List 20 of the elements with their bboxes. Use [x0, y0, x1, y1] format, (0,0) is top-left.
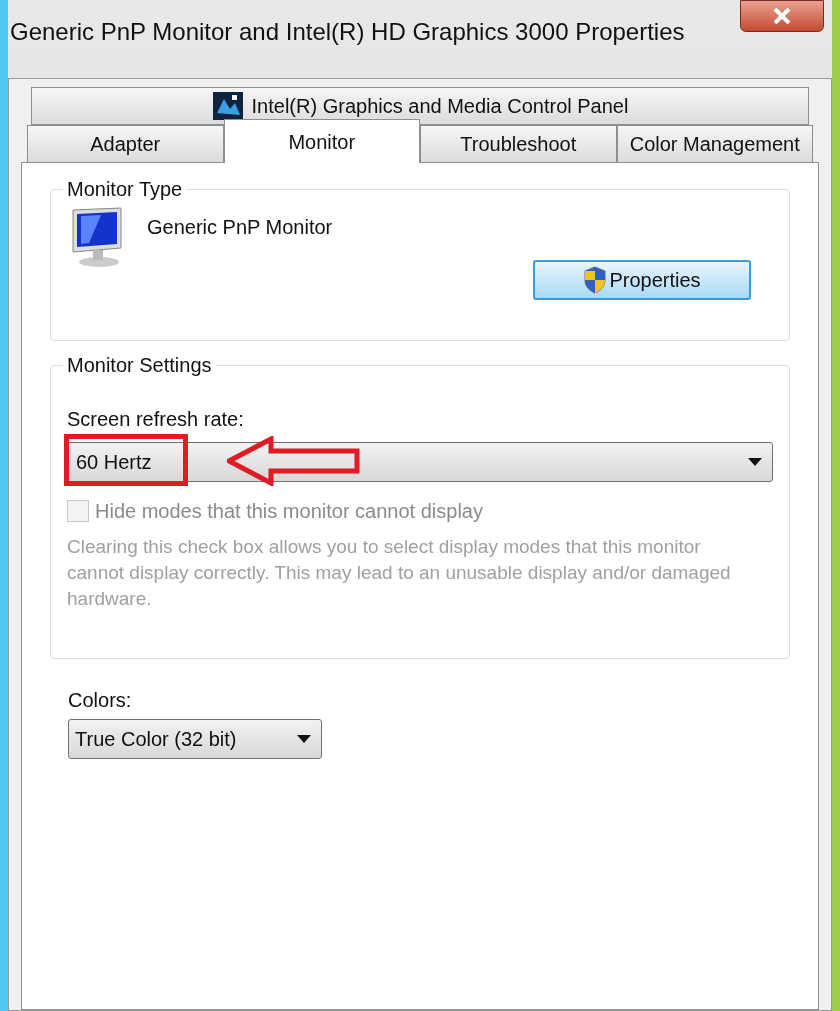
tab[interactable]: Monitor — [223, 119, 420, 163]
refresh-rate-dropdown[interactable]: 60 Hertz — [67, 442, 773, 482]
window-title: Generic PnP Monitor and Intel(R) HD Graphics 3000 Properties — [10, 17, 685, 47]
shield-icon — [583, 266, 608, 294]
dropdown-caret-icon — [297, 735, 311, 743]
tab[interactable]: Troubleshoot — [420, 125, 617, 163]
close-icon — [773, 8, 791, 24]
dropdown-caret-icon — [748, 458, 762, 466]
tab[interactable]: Color Management — [616, 125, 813, 163]
intel-graphics-icon — [211, 91, 244, 121]
colors-dropdown[interactable]: True Color (32 bit) — [68, 719, 322, 759]
properties-button[interactable]: Properties — [533, 260, 751, 300]
monitor-name: Generic PnP Monitor — [147, 215, 333, 240]
warning-note: Clearing this check box allows you to select display modes that this monitor cannot display correctly. This may lead to an unusable display and/or damaged hardware. — [67, 535, 732, 611]
checkbox-label: Hide modes that this monitor cannot display — [95, 499, 483, 524]
tab[interactable]: Adapter — [27, 125, 224, 163]
refresh-rate-label: Screen refresh rate: — [67, 407, 245, 432]
close-button[interactable] — [740, 0, 824, 32]
tab[interactable]: Intel(R) Graphics and Media Control Panel — [31, 87, 809, 125]
colors-label: Colors: — [68, 688, 133, 713]
